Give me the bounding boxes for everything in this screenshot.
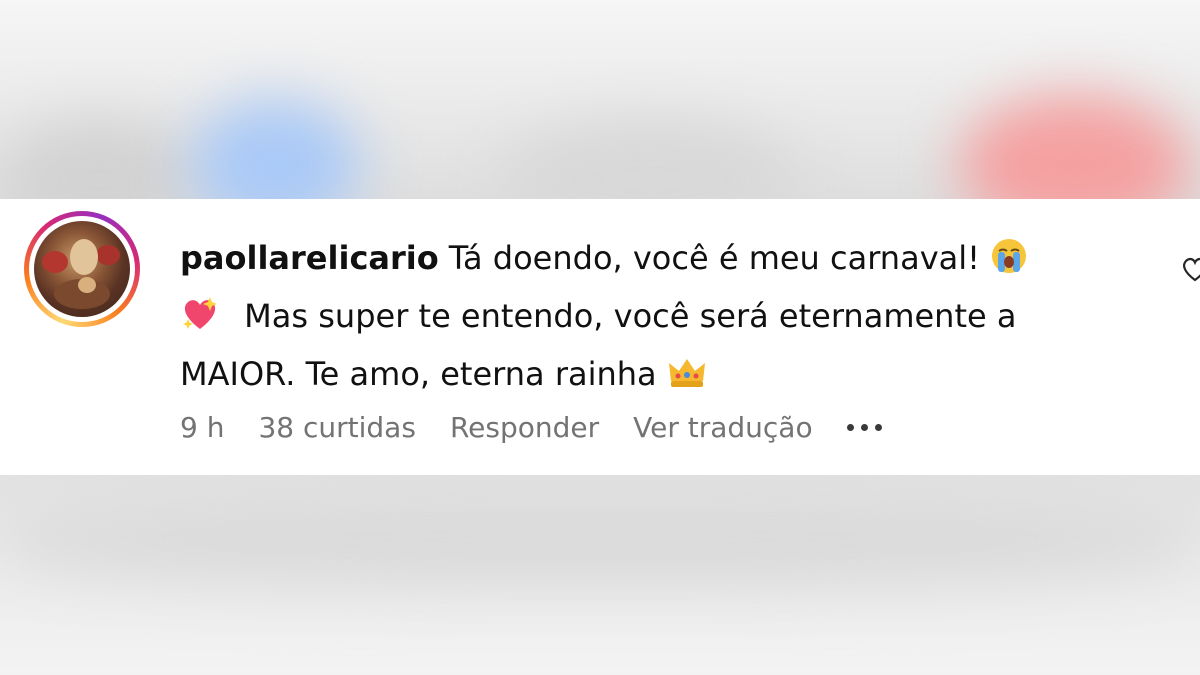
loudly-crying-face-emoji <box>992 239 1027 273</box>
sparkling-heart-emoji <box>183 297 217 329</box>
comment-line-1: Tá doendo, você é meu carnaval! <box>448 239 980 277</box>
blur-shape <box>500 120 800 200</box>
comment-line-2: Mas super te entendo, você será etername… <box>244 297 1017 335</box>
like-heart-icon[interactable] <box>1180 254 1200 284</box>
blur-shape <box>0 120 200 200</box>
comment-line-3: MAIOR. Te amo, eterna rainha <box>180 355 657 393</box>
avatar-story-ring[interactable] <box>24 211 140 327</box>
reply-button[interactable]: Responder <box>450 411 599 444</box>
comment-card: paollarelicario Tá doendo, você é meu car… <box>0 199 1200 475</box>
comment-text: paollarelicario Tá doendo, você é meu car… <box>180 229 1140 403</box>
avatar[interactable] <box>34 221 130 317</box>
comment-username[interactable]: paollarelicario <box>180 239 439 277</box>
more-options-icon[interactable] <box>846 423 882 431</box>
blur-shape-blue <box>190 100 360 200</box>
comment-time: 9 h <box>180 410 225 444</box>
like-count[interactable]: 38 curtidas <box>258 411 415 444</box>
crown-emoji <box>668 359 705 387</box>
blur-shape-red <box>960 95 1190 200</box>
translate-button[interactable]: Ver tradução <box>633 411 812 444</box>
comment-meta: 9 h 38 curtidas Responder Ver tradução <box>180 407 882 447</box>
blur-shape <box>0 495 1200 585</box>
blurred-background-bottom <box>0 475 1200 675</box>
blurred-background-top <box>0 0 1200 200</box>
